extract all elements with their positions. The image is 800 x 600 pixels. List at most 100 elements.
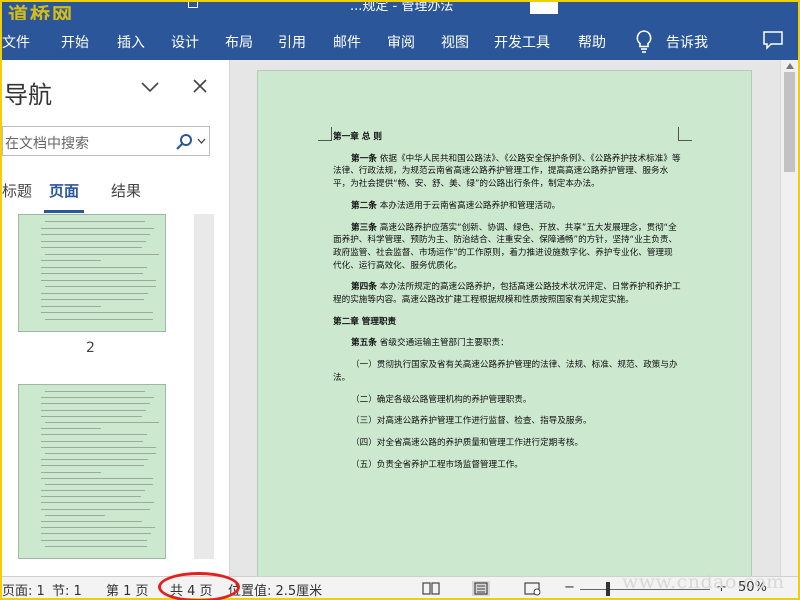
crop-mark: [318, 127, 332, 141]
tab-references[interactable]: 引用: [278, 32, 306, 52]
thumbnail-text-line: [41, 521, 142, 523]
active-tab-underline: [44, 210, 84, 213]
thumbnail-text-line: [45, 545, 147, 547]
list-item-paragraph: （二）确定各级公路管理机构的养护管理职责。: [351, 394, 532, 405]
chevron-down-icon[interactable]: [140, 80, 160, 94]
status-section[interactable]: 节: 1: [52, 580, 82, 599]
search-options-chevron-icon[interactable]: [197, 137, 206, 145]
document-body[interactable]: 第一章 总 则第一条 依据《中华人民共和国公路法》、《公路安全保护条例》、《公路…: [333, 131, 681, 480]
document-page[interactable]: 第一章 总 则第一条 依据《中华人民共和国公路法》、《公路安全保护条例》、《公路…: [257, 70, 752, 576]
thumbnail-text-line: [41, 240, 146, 242]
nav-tab-results[interactable]: 结果: [111, 180, 141, 201]
comment-icon[interactable]: [762, 30, 784, 50]
status-position[interactable]: 位置值: 2.5厘米: [228, 580, 322, 599]
thumbnail-text-line: [45, 221, 145, 222]
tab-mailings[interactable]: 邮件: [333, 32, 361, 52]
nav-tab-headings[interactable]: 标题: [2, 180, 32, 201]
page-thumbnail-3[interactable]: [18, 384, 166, 559]
read-mode-icon[interactable]: [422, 581, 440, 596]
tab-insert[interactable]: 插入: [117, 32, 145, 52]
quick-access-icon[interactable]: [188, 2, 198, 8]
lightbulb-icon[interactable]: [632, 28, 656, 54]
tell-me-search[interactable]: 告诉我: [666, 32, 708, 52]
scroll-up-arrow-icon[interactable]: [785, 62, 795, 70]
thumbnail-text-line: [41, 459, 148, 461]
thumbnail-text-line: [41, 490, 145, 492]
thumbnail-text-line: [41, 471, 101, 473]
search-placeholder: 在文档中搜索: [5, 136, 89, 152]
article-text: 高速公路养护应落实“创新、协调、绿色、开放、共享”五大发展理念，贯彻“全面养护、…: [333, 222, 678, 271]
tab-review[interactable]: 审阅: [387, 32, 415, 52]
thumbnail-text-line: [45, 391, 145, 392]
thumbnail-text-line: [45, 421, 159, 423]
list-item-paragraph: （五）负责全省养护工程市场监督管理工作。: [351, 459, 523, 470]
article-label: 第一条: [351, 153, 380, 164]
article-text: 省级交通运输主管部门主要职责：: [379, 338, 509, 349]
article-label: 第五条: [351, 338, 380, 349]
thumbnail-text-line: [41, 397, 154, 399]
page-thumbnail-2[interactable]: [18, 214, 166, 332]
web-layout-icon[interactable]: [524, 581, 542, 596]
list-item-paragraph: （一）贯彻执行国家及省有关高速公路养护管理的法律、法规、标准、规范、政策与办法。: [333, 360, 678, 383]
thumbnail-text-line: [41, 292, 148, 294]
thumbnail-text-line: [41, 465, 144, 467]
title-bar: 道桥网 ...规定 - 管理办法: [2, 2, 798, 20]
thumbnail-text-line: [41, 260, 101, 261]
watermark-url: www.cndao.com: [622, 571, 785, 593]
thumbnail-text-line: [41, 527, 155, 529]
close-icon[interactable]: [192, 78, 208, 94]
article-paragraph: 第五条 省级交通运输主管部门主要职责：: [333, 337, 681, 350]
vertical-scrollbar[interactable]: [780, 60, 798, 576]
thumbnail-text-line: [41, 533, 151, 535]
tab-home[interactable]: 开始: [61, 32, 89, 52]
article-paragraph: 第一条 依据《中华人民共和国公路法》、《公路安全保护条例》、《公路养护技术标准》…: [333, 153, 681, 191]
chapter-heading: 第二章 管理职责: [333, 316, 397, 327]
scrollbar-thumb[interactable]: [784, 72, 795, 172]
thumbnail-text-line: [41, 434, 147, 436]
thumbnail-text-line: [41, 305, 101, 307]
nav-tab-pages[interactable]: 页面: [49, 180, 79, 201]
article-label: 第三条: [351, 222, 380, 233]
thumbnail-text-line: [45, 318, 153, 320]
status-page-number[interactable]: 第 1 页: [106, 580, 149, 599]
tab-file[interactable]: 文件: [2, 32, 30, 52]
watermark-logo: 道桥网: [8, 3, 74, 20]
print-layout-icon[interactable]: [472, 581, 490, 596]
tab-developer[interactable]: 开发工具: [494, 32, 550, 52]
document-area: 第一章 总 则第一条 依据《中华人民共和国公路法》、《公路安全保护条例》、《公路…: [230, 60, 780, 576]
thumbnail-text-line: [41, 273, 143, 274]
thumbnail-text-line: [41, 446, 156, 448]
article-text: 本办法适用于云南省高速公路养护和管理活动。: [379, 200, 561, 211]
thumbnail-text-line: [45, 483, 153, 485]
thumbnail-text-line: [45, 452, 156, 454]
nav-pane-title: 导航: [4, 81, 52, 109]
account-box[interactable]: [530, 2, 558, 14]
thumbnail-text-line: [41, 279, 156, 281]
list-item-paragraph: （四）对全省高速公路的养护质量和管理工作进行定期考核。: [351, 437, 584, 448]
article-label: 第二条: [351, 200, 380, 211]
thumbnail-text-line: [41, 440, 143, 442]
thumbnail-text-line: [41, 403, 150, 405]
article-paragraph: 第三条 高速公路养护应落实“创新、协调、绿色、开放、共享”五大发展理念，贯彻“全…: [333, 222, 681, 273]
thumbnail-text-line: [41, 428, 101, 430]
search-icon[interactable]: [175, 133, 193, 151]
thumbnail-text-line: [41, 234, 150, 235]
thumbnail-text-line: [41, 409, 146, 411]
zoom-out-button[interactable]: −: [564, 580, 575, 595]
thumbnail-text-line: [41, 299, 144, 300]
thumbnail-text-line: [41, 312, 153, 313]
thumbnail-text-line: [41, 415, 142, 417]
article-text: 本办法所规定的高速公路养护，包括高速公路技术状况评定、日常养护和养护工程的实施等…: [333, 282, 681, 306]
tab-design[interactable]: 设计: [171, 32, 199, 52]
tab-help[interactable]: 帮助: [578, 32, 606, 52]
thumbnail-scrollbar[interactable]: [194, 214, 214, 559]
thumbnail-text-line: [41, 477, 153, 479]
zoom-slider-thumb[interactable]: [606, 582, 610, 596]
thumbnail-text-line: [41, 227, 154, 229]
search-input[interactable]: 在文档中搜索: [2, 126, 210, 156]
status-page[interactable]: 页面: 1: [2, 580, 45, 599]
tab-view[interactable]: 视图: [441, 32, 469, 52]
thumbnail-text-line: [45, 253, 159, 255]
tab-layout[interactable]: 布局: [225, 32, 253, 52]
thumbnail-text-line: [41, 496, 141, 498]
